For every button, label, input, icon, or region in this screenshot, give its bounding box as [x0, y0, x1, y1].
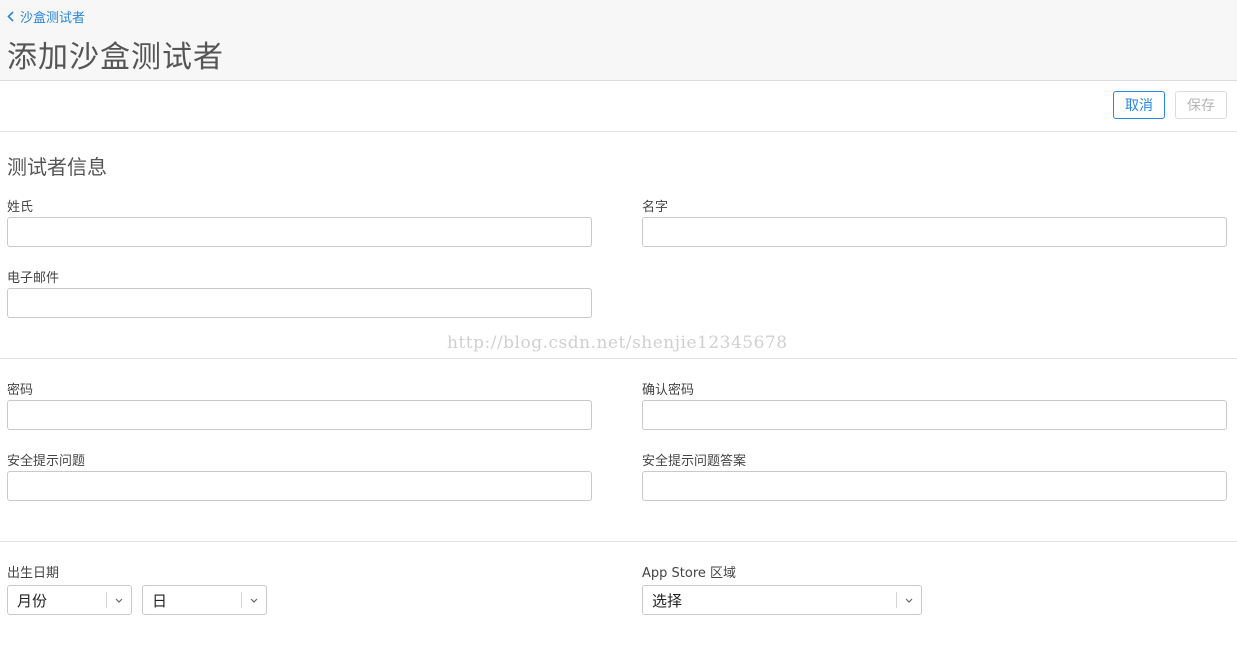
last-name-label: 姓氏	[7, 200, 34, 215]
last-name-input[interactable]	[7, 217, 592, 247]
birthday-label: 出生日期	[7, 566, 60, 581]
password-input[interactable]	[7, 400, 592, 430]
region-select[interactable]: 选择	[642, 585, 922, 615]
divider	[0, 131, 1237, 132]
chevron-down-icon	[896, 592, 921, 608]
chevron-left-icon	[7, 11, 14, 22]
security-answer-input[interactable]	[642, 471, 1227, 501]
security-question-input[interactable]	[7, 471, 592, 501]
divider	[0, 541, 1237, 542]
watermark: http://blog.csdn.net/shenjie12345678	[447, 333, 788, 353]
month-select[interactable]: 月份	[7, 585, 132, 615]
confirm-password-label: 确认密码	[642, 383, 695, 398]
back-link[interactable]: 沙盒测试者	[7, 7, 85, 26]
section-title: 测试者信息	[7, 155, 107, 179]
chevron-down-icon	[106, 592, 131, 608]
chevron-down-icon	[241, 592, 266, 608]
security-question-label: 安全提示问题	[7, 454, 86, 469]
page-header: 沙盒测试者 添加沙盒测试者	[0, 0, 1237, 81]
email-label: 电子邮件	[7, 271, 60, 286]
day-select-value: 日	[152, 591, 168, 610]
back-link-label[interactable]: 沙盒测试者	[20, 7, 85, 26]
day-select[interactable]: 日	[142, 585, 267, 615]
save-button[interactable]: 保存	[1175, 91, 1227, 119]
cancel-button[interactable]: 取消	[1113, 91, 1165, 119]
email-input[interactable]	[7, 288, 592, 318]
month-select-value: 月份	[17, 591, 48, 610]
confirm-password-input[interactable]	[642, 400, 1227, 430]
page-title: 添加沙盒测试者	[7, 40, 224, 75]
divider	[0, 358, 1237, 359]
region-label: App Store 区域	[642, 566, 737, 581]
first-name-label: 名字	[642, 200, 669, 215]
region-select-value: 选择	[652, 591, 683, 610]
password-label: 密码	[7, 383, 34, 398]
security-answer-label: 安全提示问题答案	[642, 454, 747, 469]
first-name-input[interactable]	[642, 217, 1227, 247]
